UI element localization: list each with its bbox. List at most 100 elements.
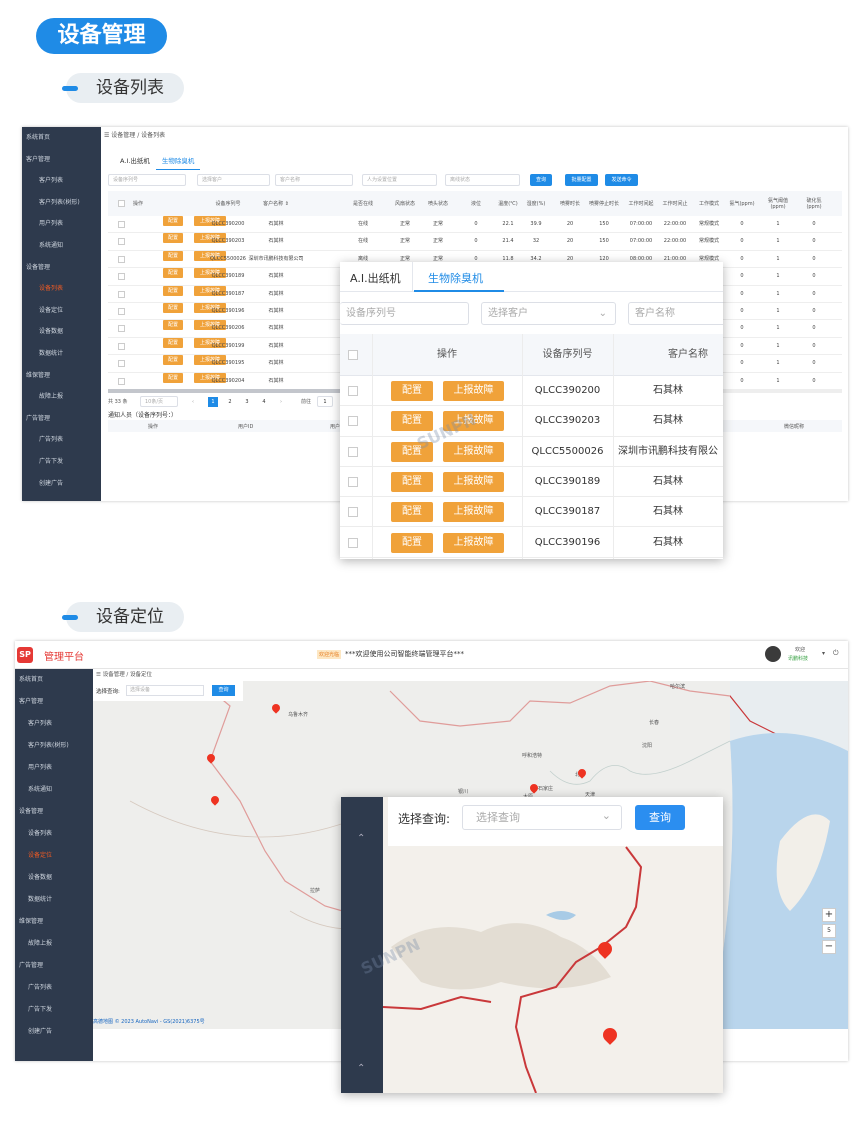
sidebar-item[interactable]: 用户列表 bbox=[15, 757, 93, 779]
serial-input[interactable]: 设备序列号 bbox=[340, 302, 469, 325]
report-fault-button[interactable]: 上报故障 bbox=[443, 502, 504, 523]
avatar[interactable] bbox=[765, 646, 781, 662]
sort-icon[interactable]: ⇕ bbox=[668, 334, 676, 376]
customer-select[interactable]: 选择客户 ⌄ bbox=[481, 302, 616, 325]
customer-name-input[interactable]: 客户名称 bbox=[275, 174, 353, 186]
sidebar-item[interactable]: 客户管理 bbox=[15, 691, 93, 713]
row-checkbox[interactable] bbox=[348, 507, 358, 518]
row-checkbox[interactable] bbox=[118, 221, 125, 228]
report-fault-button[interactable]: 上报故障 bbox=[443, 381, 504, 401]
config-button[interactable]: 配置 bbox=[163, 216, 183, 226]
sidebar-item[interactable]: 广告下发 bbox=[22, 451, 101, 473]
sidebar-item[interactable]: 系统首页 bbox=[22, 127, 101, 149]
row-checkbox[interactable] bbox=[118, 290, 125, 298]
menu-icon[interactable]: ☰ bbox=[96, 672, 103, 678]
row-checkbox[interactable] bbox=[118, 342, 125, 350]
row-checkbox[interactable] bbox=[118, 238, 125, 246]
sidebar-item[interactable]: 设备定位 bbox=[22, 300, 101, 322]
sidebar-item[interactable]: 广告列表 bbox=[15, 977, 93, 999]
row-checkbox[interactable] bbox=[348, 386, 358, 396]
report-fault-button[interactable]: 上报故障 bbox=[443, 532, 504, 553]
sidebar-item[interactable]: 客户列表(树形) bbox=[15, 735, 93, 757]
config-button[interactable]: 配置 bbox=[391, 411, 433, 432]
row-checkbox[interactable] bbox=[348, 416, 358, 427]
sidebar-item[interactable]: 客户管理 bbox=[22, 149, 101, 171]
config-button[interactable]: 配置 bbox=[163, 250, 183, 261]
send-command-button[interactable]: 发送命令 bbox=[605, 174, 638, 186]
sidebar-item[interactable]: 系统通知 bbox=[15, 779, 93, 801]
select-all-checkbox[interactable] bbox=[348, 350, 358, 360]
power-icon[interactable]: ⏻ bbox=[833, 649, 839, 658]
config-button[interactable]: 配置 bbox=[391, 502, 433, 523]
col-customer[interactable]: 客户名称 ⇕ bbox=[613, 334, 723, 376]
sidebar-item[interactable]: 创建广告 bbox=[22, 473, 101, 495]
query-button[interactable]: 查询 bbox=[635, 805, 685, 830]
row-checkbox[interactable] bbox=[118, 255, 125, 263]
row-checkbox[interactable] bbox=[118, 377, 125, 385]
row-checkbox[interactable] bbox=[118, 308, 125, 315]
query-button[interactable]: 查询 bbox=[212, 685, 235, 696]
sidebar-item[interactable]: 广告下发 bbox=[15, 999, 93, 1021]
device-select[interactable]: 选择设备 bbox=[126, 685, 204, 696]
report-fault-button[interactable]: 上报故障 bbox=[443, 441, 504, 462]
config-button[interactable]: 配置 bbox=[163, 355, 183, 366]
sidebar-item[interactable]: 设备列表 bbox=[15, 823, 93, 845]
sidebar-item[interactable]: 广告管理 bbox=[15, 955, 93, 977]
row-checkbox[interactable] bbox=[348, 476, 358, 487]
sidebar-item[interactable]: 客户列表 bbox=[15, 713, 93, 735]
page-size-select[interactable]: 10条/页 bbox=[140, 396, 178, 407]
sidebar-item[interactable]: 系统首页 bbox=[15, 669, 93, 691]
report-fault-button[interactable]: 上报故障 bbox=[443, 471, 504, 492]
goto-input[interactable]: 1 bbox=[317, 396, 333, 407]
sidebar-item[interactable]: 故障上报 bbox=[15, 933, 93, 955]
sidebar-item[interactable]: 设备数据 bbox=[15, 867, 93, 889]
sidebar-item[interactable]: 设备数据 bbox=[22, 321, 101, 343]
zoom-out-button[interactable]: − bbox=[822, 940, 836, 954]
status-select[interactable]: 离线状态 bbox=[445, 174, 520, 186]
sidebar-item[interactable]: 系统通知 bbox=[22, 235, 101, 257]
tab-deodorizer[interactable]: 生物除臭机 bbox=[428, 270, 483, 286]
config-button[interactable]: 配置 bbox=[163, 233, 183, 244]
tab-ai-paper[interactable]: A.I.出纸机 bbox=[114, 151, 156, 169]
sidebar-item[interactable]: 广告管理 bbox=[22, 408, 101, 430]
user-name[interactable]: 讯鹏科技 bbox=[788, 655, 808, 662]
tab-deodorizer[interactable]: 生物除臭机 bbox=[155, 151, 201, 170]
sidebar-item[interactable]: 设备列表 bbox=[22, 278, 101, 300]
config-button[interactable]: 配置 bbox=[163, 337, 183, 348]
sidebar-item[interactable]: 数据统计 bbox=[15, 889, 93, 911]
row-checkbox[interactable] bbox=[118, 360, 125, 368]
sidebar-item[interactable]: 设备管理 bbox=[22, 257, 101, 279]
sidebar-item[interactable]: 数据统计 bbox=[22, 343, 101, 365]
row-checkbox[interactable] bbox=[348, 537, 358, 548]
device-select[interactable]: 选择查询 ⌄ bbox=[462, 805, 622, 830]
query-button[interactable]: 查询 bbox=[530, 174, 552, 186]
row-checkbox[interactable] bbox=[118, 325, 125, 333]
chevron-up-icon[interactable]: ⌃ bbox=[357, 833, 365, 844]
sidebar-item[interactable]: 广告列表 bbox=[22, 429, 101, 451]
row-checkbox[interactable] bbox=[348, 446, 358, 457]
config-button[interactable]: 配置 bbox=[391, 381, 433, 401]
config-button[interactable]: 配置 bbox=[163, 285, 183, 296]
config-button[interactable]: 配置 bbox=[391, 532, 433, 553]
prev-page-icon[interactable]: ‹ bbox=[188, 397, 198, 407]
page-1[interactable]: 1 bbox=[208, 397, 218, 407]
config-button[interactable]: 配置 bbox=[163, 303, 183, 313]
config-button[interactable]: 配置 bbox=[163, 372, 183, 383]
sidebar-item[interactable]: 设备管理 bbox=[15, 801, 93, 823]
sidebar-item[interactable]: 客户列表(树形) bbox=[22, 192, 101, 214]
caret-down-icon[interactable]: ▾ bbox=[822, 650, 825, 657]
sidebar-item[interactable]: 用户列表 bbox=[22, 213, 101, 235]
page-3[interactable]: 3 bbox=[242, 397, 252, 407]
location-input[interactable]: 人为设置位置 bbox=[362, 174, 437, 186]
sidebar-item[interactable]: 故障上报 bbox=[22, 386, 101, 408]
page-2[interactable]: 2 bbox=[225, 397, 235, 407]
sidebar-item[interactable]: 设备定位 bbox=[15, 845, 93, 867]
customer-select[interactable]: 选择客户 bbox=[197, 174, 270, 186]
tab-ai-paper[interactable]: A.I.出纸机 bbox=[350, 270, 401, 286]
config-button[interactable]: 配置 bbox=[391, 471, 433, 492]
sidebar-item[interactable]: 创建广告 bbox=[15, 1021, 93, 1043]
page-4[interactable]: 4 bbox=[259, 397, 269, 407]
sidebar-item[interactable]: 维保管理 bbox=[15, 911, 93, 933]
chevron-up-icon[interactable]: ⌃ bbox=[357, 1063, 365, 1074]
serial-input[interactable]: 设备序列号 bbox=[108, 174, 186, 186]
